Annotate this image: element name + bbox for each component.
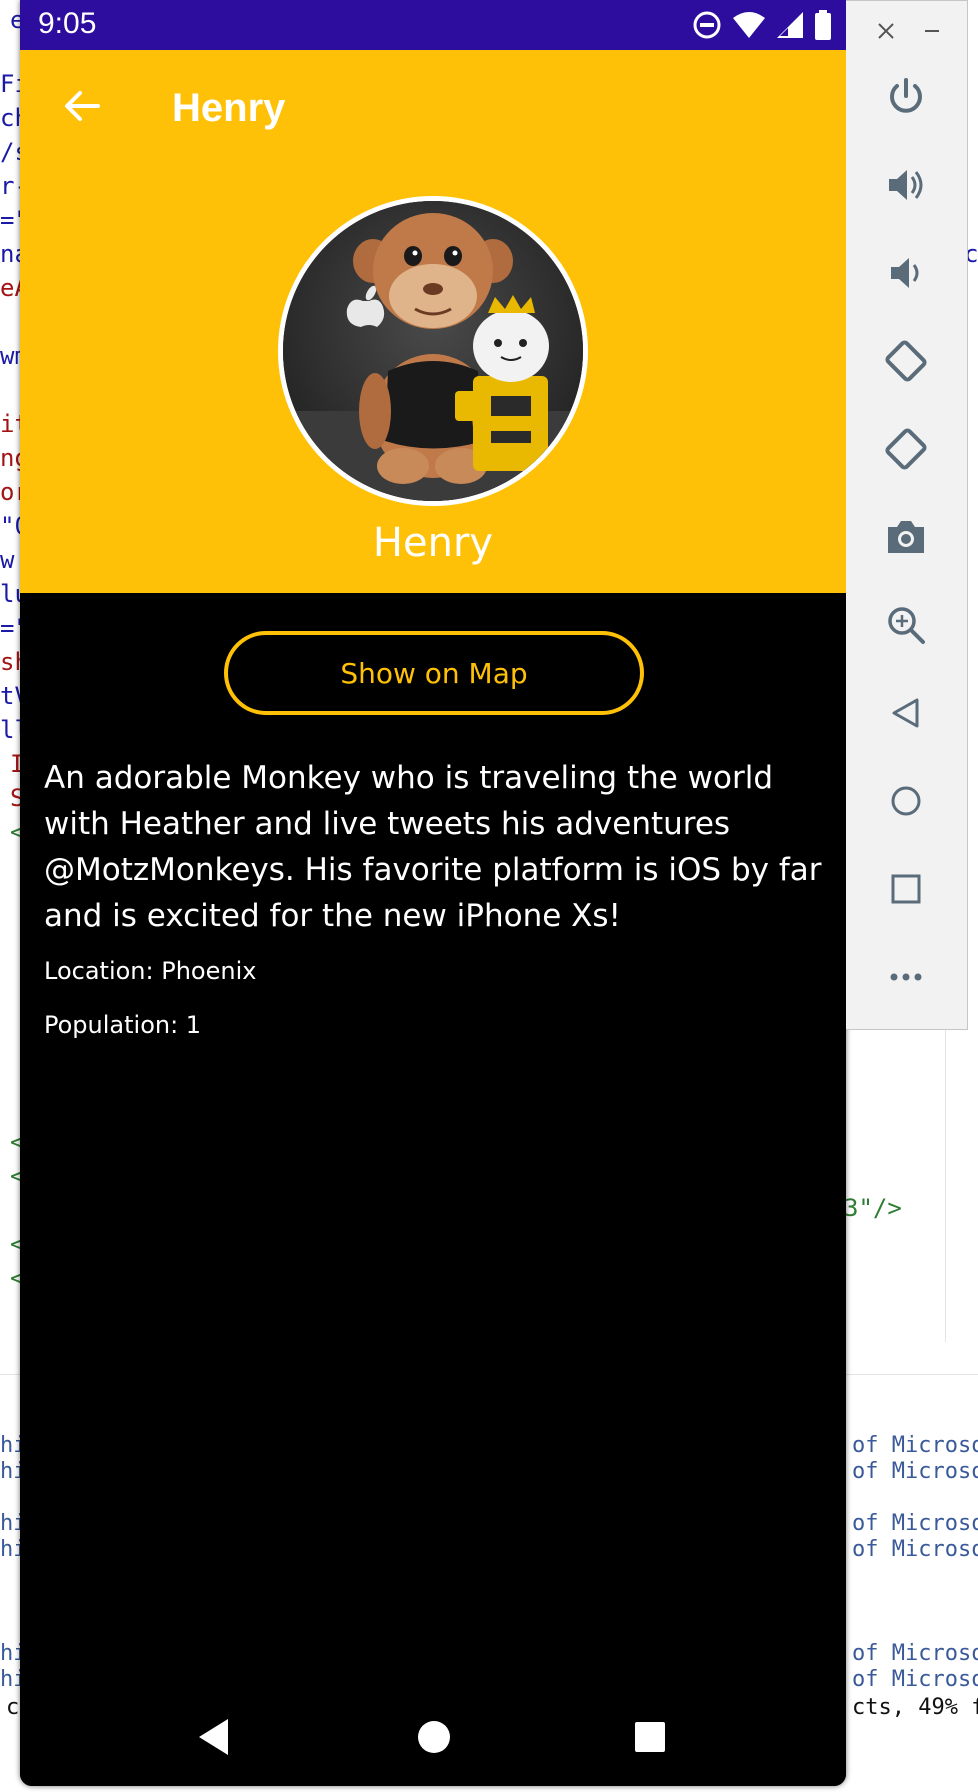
- zoom-icon: [888, 607, 925, 644]
- ide-divider-vertical: [945, 1030, 946, 1342]
- circle-home-icon: [418, 1721, 450, 1753]
- screenshot-button[interactable]: [880, 511, 932, 563]
- volume-up-button[interactable]: [880, 159, 932, 211]
- close-button[interactable]: [870, 15, 902, 47]
- monkey-location: Location: Phoenix: [44, 957, 257, 985]
- back-button[interactable]: [58, 82, 106, 130]
- output-fragment: cts, 49% fr: [852, 1695, 978, 1720]
- arrow-left-icon: [65, 91, 100, 121]
- code-fragment: w: [0, 546, 15, 574]
- more-icon: [890, 973, 922, 981]
- monkey-description: An adorable Monkey who is traveling the …: [44, 760, 822, 934]
- output-fragment: of Microso: [852, 1537, 978, 1562]
- android-nav-bar: [20, 1693, 846, 1786]
- nav-home-button[interactable]: [410, 1713, 458, 1761]
- minimize-button[interactable]: [916, 15, 948, 47]
- output-fragment: of Microso: [852, 1511, 978, 1536]
- output-fragment: c: [6, 1695, 20, 1720]
- overview-icon: [891, 874, 921, 904]
- volume-up-icon: [889, 170, 923, 200]
- output-fragment: of Microso: [852, 1433, 978, 1458]
- code-fragment: 3"/>: [844, 1194, 902, 1222]
- power-button[interactable]: [880, 71, 932, 123]
- nav-back-button[interactable]: [190, 1713, 238, 1761]
- volume-down-icon: [891, 258, 919, 288]
- wifi-icon: [733, 12, 765, 38]
- cell-signal-icon: [777, 12, 803, 38]
- minimize-icon: [925, 30, 939, 32]
- nav-recents-button[interactable]: [626, 1713, 674, 1761]
- monkey-name: Henry: [372, 520, 494, 566]
- toolbar-home-button[interactable]: [880, 775, 932, 827]
- toolbar-more-button[interactable]: [880, 951, 932, 1003]
- back-icon: [892, 698, 919, 728]
- toolbar-back-button[interactable]: [880, 687, 932, 739]
- monkey-population: Population: 1: [44, 1011, 202, 1039]
- triangle-back-icon: [199, 1719, 228, 1755]
- status-bar: 9:05: [20, 0, 846, 50]
- monkey-details: Show on Map An adorable Monkey who is tr…: [20, 593, 846, 1693]
- zoom-button[interactable]: [880, 599, 932, 651]
- monkey-header: Henry Henry: [20, 50, 846, 593]
- rotate-right-icon: [885, 428, 927, 470]
- volume-down-button[interactable]: [880, 247, 932, 299]
- monkey-image: [278, 196, 588, 506]
- show-on-map-button[interactable]: Show on Map: [224, 631, 644, 715]
- camera-icon: [888, 521, 924, 553]
- power-icon: [890, 78, 922, 113]
- home-icon: [891, 786, 921, 816]
- output-fragment: of Microso: [852, 1667, 978, 1692]
- square-recents-icon: [635, 1722, 665, 1752]
- monkey-photo: [283, 201, 583, 501]
- do-not-disturb-icon: [693, 11, 721, 39]
- battery-icon: [815, 10, 831, 40]
- rotate-left-icon: [885, 340, 927, 382]
- output-fragment: of Microso: [852, 1641, 978, 1666]
- toolbar-overview-button[interactable]: [880, 863, 932, 915]
- close-icon: [878, 23, 894, 39]
- status-icons: [692, 10, 832, 40]
- status-time: 9:05: [38, 7, 97, 40]
- emulator-screen: 9:05 Henry Henry Show on Map An adorable…: [20, 0, 846, 1786]
- rotate-right-button[interactable]: [880, 423, 932, 475]
- emulator-toolbar: [846, 0, 968, 1030]
- rotate-left-button[interactable]: [880, 335, 932, 387]
- page-title: Henry: [172, 86, 286, 130]
- output-fragment: of Microso: [852, 1459, 978, 1484]
